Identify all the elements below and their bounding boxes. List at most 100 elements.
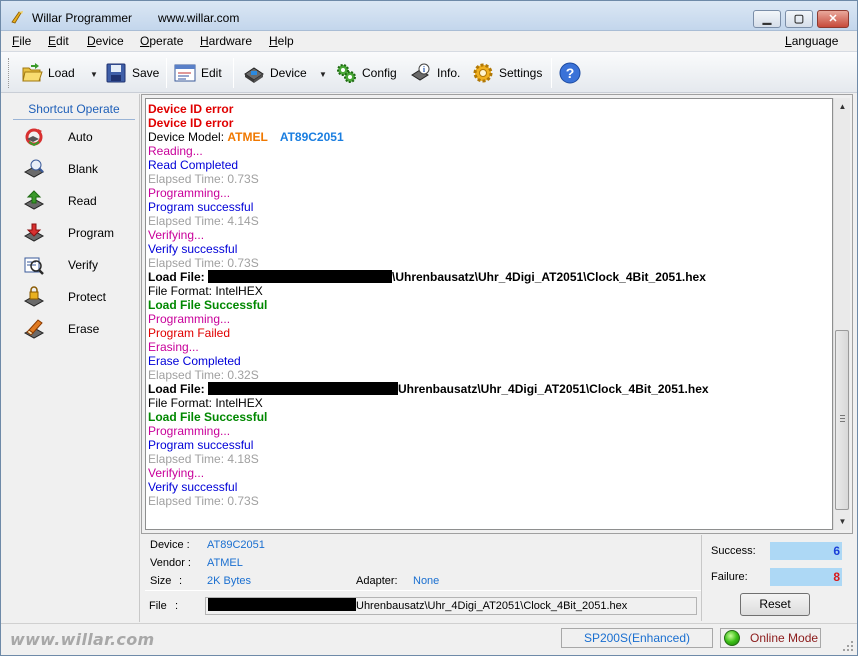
log-text: Programming... xyxy=(148,312,231,326)
file-path-field[interactable]: Uhrenbausatz\Uhr_4Digi_AT2051\Clock_4Bit… xyxy=(205,597,697,615)
erase-icon xyxy=(23,319,45,339)
log-text: Reading... xyxy=(148,144,203,158)
log-text: Elapsed Time: 0.73S xyxy=(148,494,259,508)
scroll-thumb[interactable] xyxy=(835,330,849,510)
log-file-path: \Uhrenbausatz\Uhr_4Digi_AT2051\Clock_4Bi… xyxy=(392,270,706,284)
scroll-down-icon[interactable]: ▼ xyxy=(834,513,851,530)
online-led-icon xyxy=(724,630,740,646)
vendor-value: ATMEL xyxy=(207,557,243,569)
sidebar-item-program[interactable]: Program xyxy=(23,220,133,246)
config-label: Config xyxy=(362,66,397,80)
resize-grip-icon[interactable] xyxy=(841,639,855,653)
sidebar-item-protect[interactable]: Protect xyxy=(23,284,133,310)
log-output[interactable]: Device ID error Device ID error Device Mod… xyxy=(145,98,833,530)
adapter-value: None xyxy=(413,575,440,587)
device-label: Device xyxy=(270,66,307,80)
log-line: Erase Completed xyxy=(148,354,241,368)
app-logo-icon xyxy=(11,11,23,24)
menu-help[interactable]: Help xyxy=(269,34,294,48)
device-button[interactable]: Device xyxy=(243,58,307,88)
load-button[interactable]: Load xyxy=(21,58,75,88)
failure-label: Failure: xyxy=(711,571,748,583)
info-button[interactable]: i Info. xyxy=(410,58,460,88)
settings-gear-icon xyxy=(473,63,493,83)
save-label: Save xyxy=(132,66,160,80)
device-value: AT89C2051 xyxy=(207,539,265,551)
log-text: Load File Successful xyxy=(148,410,268,424)
log-line: Elapsed Time: 0.73S xyxy=(148,172,259,186)
log-line: Programming... xyxy=(148,312,230,326)
edit-button[interactable]: Edit xyxy=(174,58,222,88)
log-vendor: ATMEL xyxy=(227,130,268,144)
log-text: Load File: xyxy=(148,382,208,396)
size-label: Size xyxy=(150,575,172,587)
log-line: Load File Successful xyxy=(148,410,267,424)
menu-hardware[interactable]: Hardware xyxy=(200,34,252,48)
log-file-path: Uhrenbausatz\Uhr_4Digi_AT2051\Clock_4Bit… xyxy=(398,382,709,396)
log-line: Elapsed Time: 0.73S xyxy=(148,494,259,508)
log-text: Program Failed xyxy=(148,326,231,340)
svg-text:?: ? xyxy=(566,65,575,81)
minimize-button[interactable]: ▁ xyxy=(753,10,781,28)
sidebar-item-erase[interactable]: Erase xyxy=(23,316,133,342)
sidebar-item-blank[interactable]: Blank xyxy=(23,156,133,182)
log-line: Load File: \Uhrenbausatz\Uhr_4Digi_AT205… xyxy=(148,270,706,284)
programmer-model: SP200S(Enhanced) xyxy=(561,628,713,648)
sidebar-item-label: Auto xyxy=(68,130,93,144)
hex-editor-icon xyxy=(174,64,196,82)
log-line: File Format: IntelHEX xyxy=(148,396,263,410)
sidebar-item-read[interactable]: Read xyxy=(23,188,133,214)
reset-button[interactable]: Reset xyxy=(740,593,810,616)
menu-bar: File Edit Device Operate Hardware Help L… xyxy=(1,31,857,51)
connection-status: Online Mode xyxy=(720,628,821,648)
close-button[interactable]: ✕ xyxy=(817,10,849,28)
log-line: Erasing... xyxy=(148,340,199,354)
info-divider xyxy=(145,590,701,591)
sidebar-item-auto[interactable]: Auto xyxy=(23,124,133,150)
log-text: File Format: IntelHEX xyxy=(148,284,263,298)
shortcut-sidebar: Shortcut Operate Auto Blank Read Program… xyxy=(3,94,140,622)
redacted-path xyxy=(208,598,356,611)
read-icon xyxy=(23,190,45,210)
toolbar-separator xyxy=(166,58,167,88)
log-line: Programming... xyxy=(148,424,230,438)
sidebar-title: Shortcut Operate xyxy=(13,102,135,120)
scroll-up-icon[interactable]: ▲ xyxy=(834,98,851,115)
load-dropdown-icon[interactable]: ▼ xyxy=(90,70,98,79)
log-line: Program successful xyxy=(148,438,253,452)
sidebar-item-label: Erase xyxy=(68,322,100,336)
log-text: Erase Completed xyxy=(148,354,241,368)
log-line: Device Model: ATMEL AT89C2051 xyxy=(148,130,344,144)
mode-label: Online Mode xyxy=(750,631,819,645)
config-button[interactable]: Config xyxy=(335,58,397,88)
sidebar-item-label: Protect xyxy=(68,290,107,304)
menu-language[interactable]: Language xyxy=(785,34,838,48)
settings-button[interactable]: Settings xyxy=(472,58,542,88)
device-dropdown-icon[interactable]: ▼ xyxy=(319,70,327,79)
help-button[interactable]: ? xyxy=(559,58,581,88)
menu-device[interactable]: Device xyxy=(87,34,124,48)
log-model: AT89C2051 xyxy=(279,130,344,144)
log-text: Elapsed Time: 0.73S xyxy=(148,256,259,270)
log-text: Verify successful xyxy=(148,480,238,494)
chip-programmer-icon xyxy=(244,67,264,83)
log-line: Verify successful xyxy=(148,480,237,494)
menu-file[interactable]: File xyxy=(12,34,31,48)
info-chip-icon: i xyxy=(411,63,430,81)
menu-operate[interactable]: Operate xyxy=(140,34,183,48)
save-button[interactable]: Save xyxy=(105,58,159,88)
device-label: Device : xyxy=(150,539,190,551)
file-colon: : xyxy=(175,600,179,612)
size-value: 2K Bytes xyxy=(207,575,252,587)
menu-edit[interactable]: Edit xyxy=(48,34,69,48)
title-bar: Willar Programmer www.willar.com ▁ ▢ ✕ xyxy=(1,1,857,31)
sidebar-item-verify[interactable]: Verify xyxy=(23,252,133,278)
log-text: Program successful xyxy=(148,438,254,452)
log-text: Programming... xyxy=(148,424,231,438)
success-label: Success: xyxy=(711,545,756,557)
floppy-disk-icon xyxy=(106,63,126,83)
maximize-button[interactable]: ▢ xyxy=(785,10,813,28)
toolbar-grip[interactable] xyxy=(8,58,11,88)
log-scrollbar[interactable]: ▲ ▼ xyxy=(833,98,850,530)
log-line: Device ID error xyxy=(148,102,233,116)
